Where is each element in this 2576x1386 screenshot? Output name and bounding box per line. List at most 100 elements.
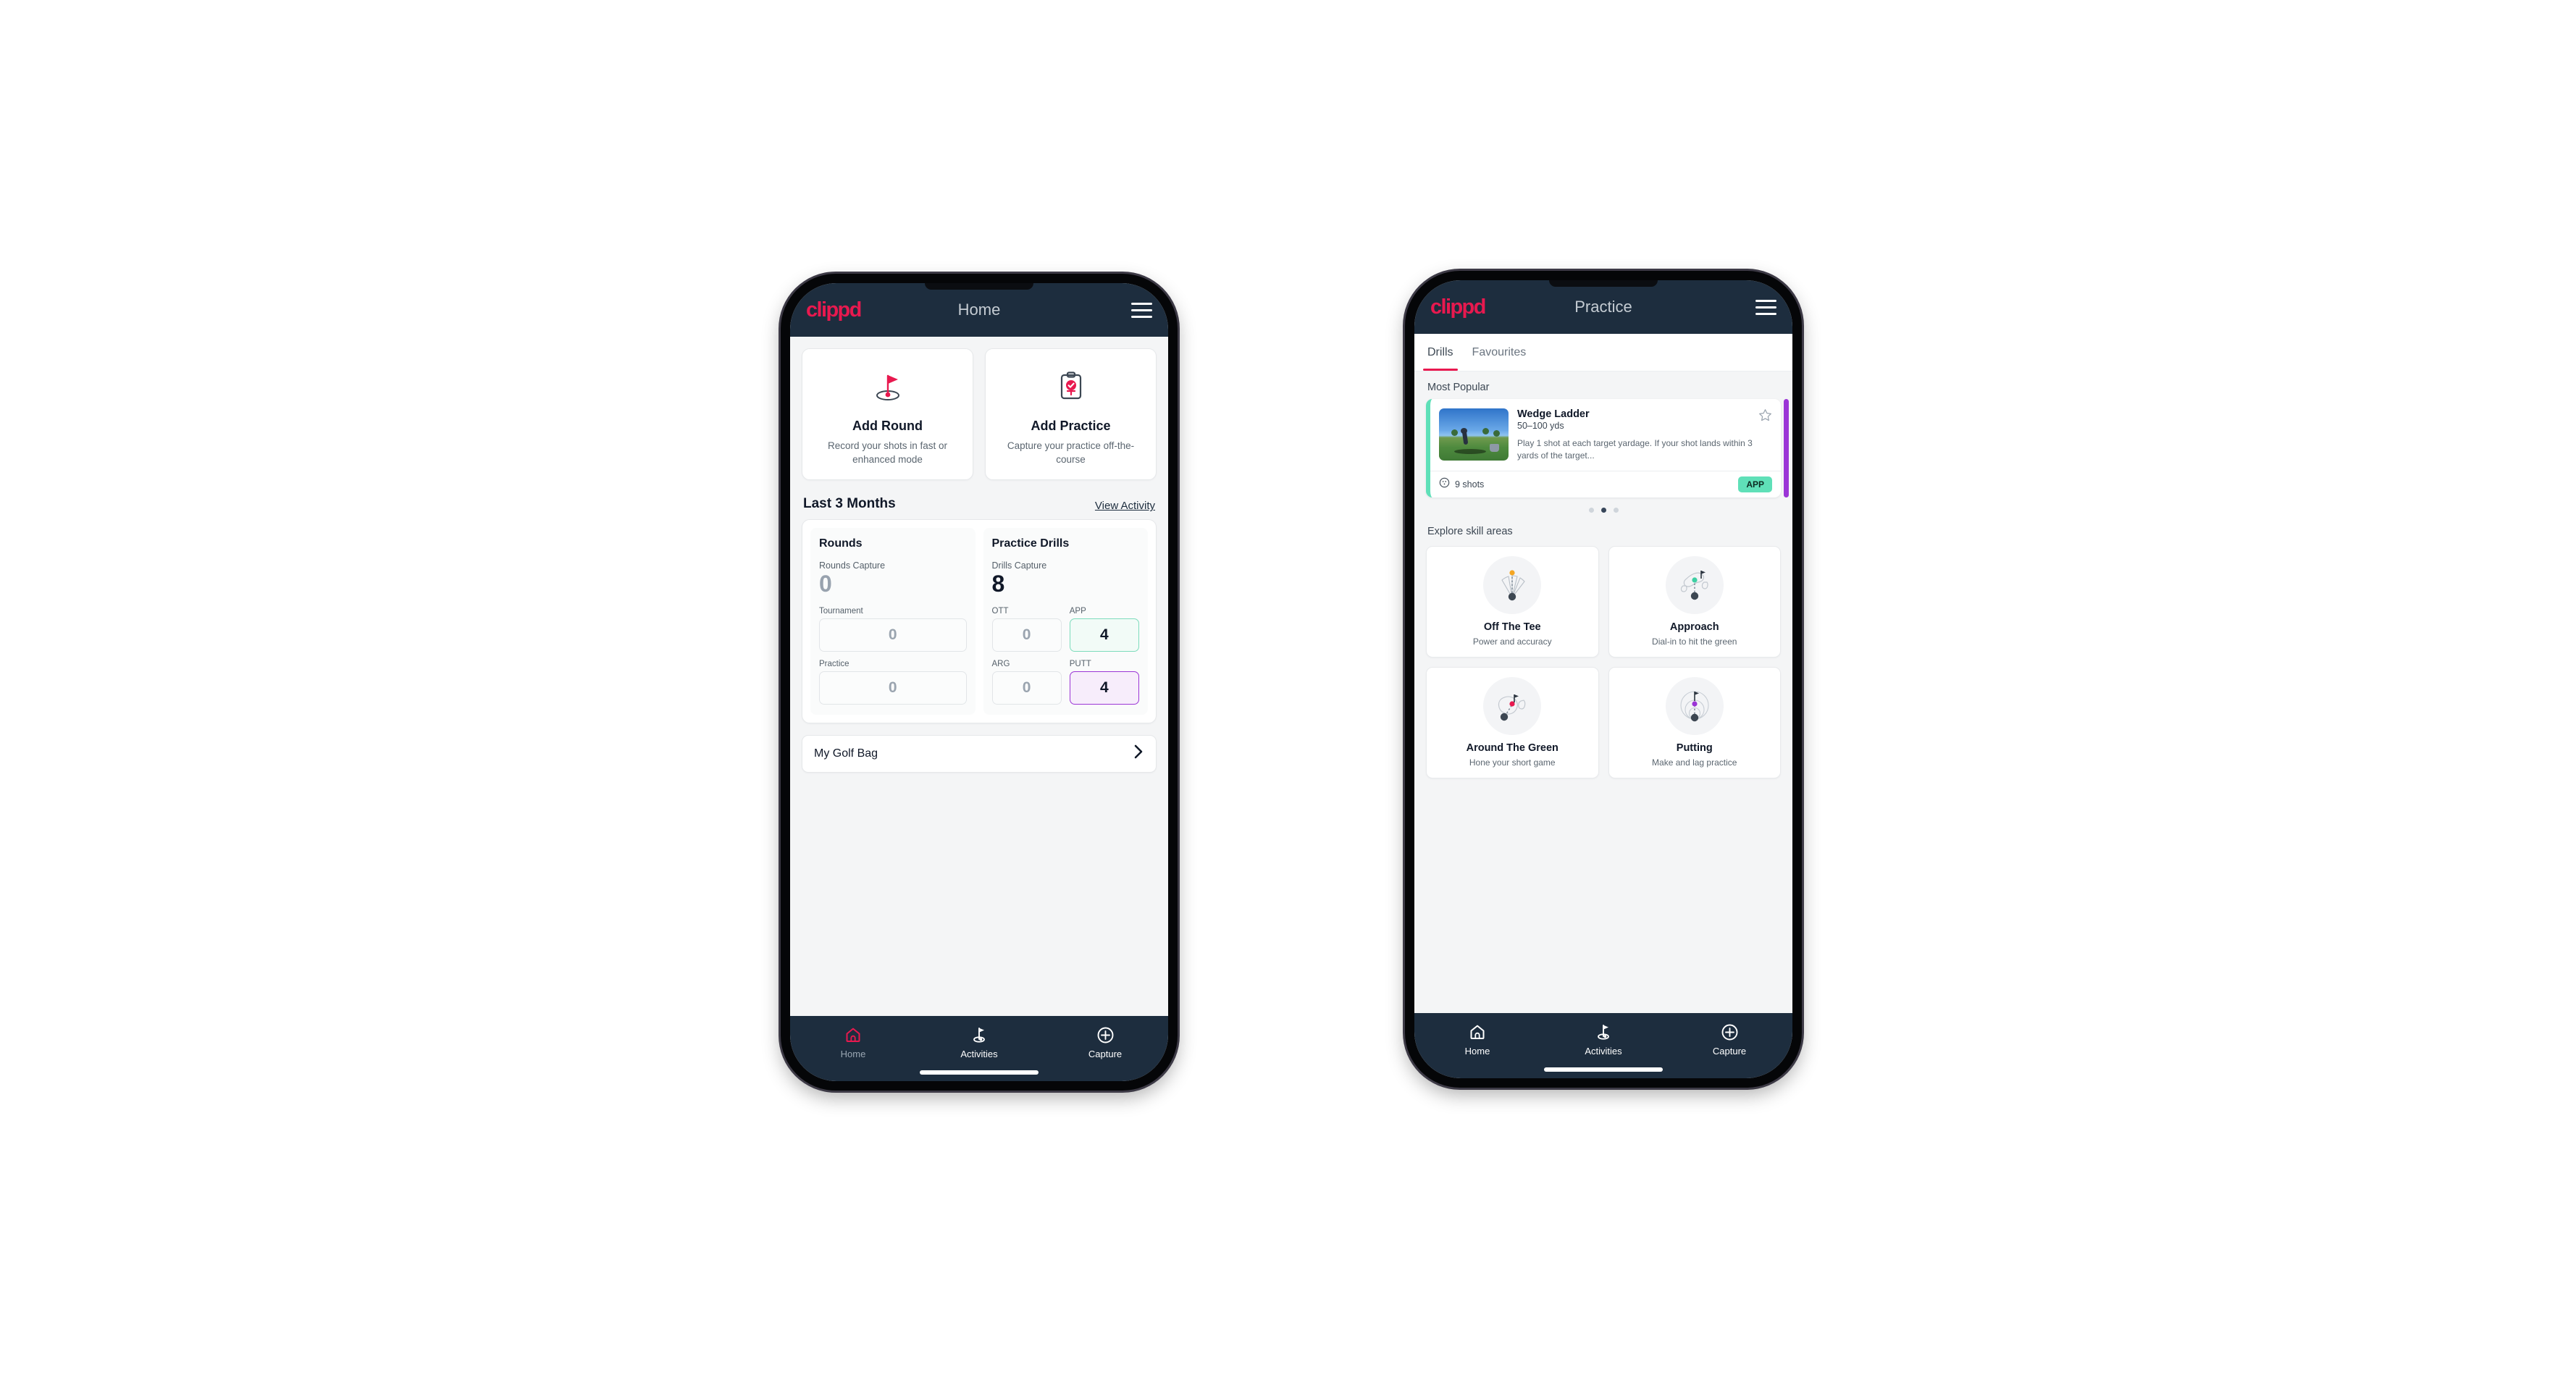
view-activity-link[interactable]: View Activity xyxy=(1095,500,1155,512)
stats-panel: Rounds Rounds Capture 0 Tournament 0 Pra… xyxy=(802,519,1157,723)
practice-value[interactable]: 0 xyxy=(819,671,967,705)
golf-flag-icon xyxy=(970,1025,989,1044)
nav-capture[interactable]: Capture xyxy=(1042,1025,1168,1059)
rounds-capture-value: 0 xyxy=(819,571,832,597)
chevron-right-icon xyxy=(1133,744,1144,763)
drill-row-2: ARG 0 PUTT 4 xyxy=(991,659,1139,705)
menu-icon[interactable] xyxy=(1131,302,1152,318)
nav-home[interactable]: Home xyxy=(790,1025,916,1059)
app-field: APP 4 xyxy=(1069,606,1139,652)
add-round-subtitle: Record your shots in fast or enhanced mo… xyxy=(827,440,948,465)
nav-home[interactable]: Home xyxy=(1414,1022,1540,1057)
drills-heading: Practice Drills xyxy=(991,537,1070,550)
skill-areas-grid: Off The Tee Power and accuracy Approach … xyxy=(1414,543,1792,790)
drill-description: Play 1 shot at each target yardage. If y… xyxy=(1517,438,1753,461)
carousel-dots xyxy=(1414,497,1792,516)
skill-card-around-the-green[interactable]: Around The Green Hone your short game xyxy=(1426,667,1599,779)
skill-title: Off The Tee xyxy=(1483,621,1541,634)
add-round-title: Add Round xyxy=(852,419,923,433)
nav-activities[interactable]: Activities xyxy=(916,1025,1042,1059)
putt-field: PUTT 4 xyxy=(1069,659,1139,705)
putt-value[interactable]: 4 xyxy=(1069,671,1139,705)
practice-bottom-nav: Home Activities Capture xyxy=(1414,1013,1792,1078)
tournament-value[interactable]: 0 xyxy=(819,618,967,652)
drill-meta: Wedge Ladder 50–100 yds Play 1 shot at e… xyxy=(1517,408,1772,462)
phone-notch xyxy=(925,283,1033,290)
favourite-star-icon[interactable] xyxy=(1758,408,1772,426)
nav-home-label: Home xyxy=(1464,1046,1490,1057)
home-icon xyxy=(844,1025,862,1044)
drills-capture-label: Drills Capture xyxy=(991,560,1047,571)
clippd-logo[interactable]: clippd xyxy=(806,299,862,321)
golf-flag-icon xyxy=(869,365,907,407)
clipboard-check-icon xyxy=(1052,365,1090,407)
drill-row-1: OTT 0 APP 4 xyxy=(991,606,1139,652)
last-3-months-header: Last 3 Months View Activity xyxy=(790,480,1168,519)
drill-card-wedge-ladder[interactable]: Wedge Ladder 50–100 yds Play 1 shot at e… xyxy=(1426,399,1781,498)
skill-title: Putting xyxy=(1676,742,1713,755)
skill-subtitle: Dial-in to hit the green xyxy=(1652,637,1737,647)
home-indicator xyxy=(920,1070,1039,1075)
home-indicator xyxy=(1544,1067,1663,1072)
skill-subtitle: Hone your short game xyxy=(1469,757,1556,768)
home-bottom-nav: Home Activities Capture xyxy=(790,1016,1168,1081)
add-practice-card[interactable]: Add Practice Capture your practice off-t… xyxy=(985,348,1157,481)
nav-capture-label: Capture xyxy=(1712,1046,1747,1057)
carousel-dot[interactable] xyxy=(1613,508,1619,513)
skill-card-approach[interactable]: Approach Dial-in to hit the green xyxy=(1608,546,1781,658)
home-body: Add Round Record your shots in fast or e… xyxy=(790,337,1168,1016)
rounds-column: Rounds Rounds Capture 0 Tournament 0 Pra… xyxy=(810,528,976,715)
nav-activities[interactable]: Activities xyxy=(1540,1022,1666,1057)
carousel-dot[interactable] xyxy=(1588,508,1594,513)
arg-value[interactable]: 0 xyxy=(991,671,1062,705)
plus-circle-icon xyxy=(1721,1022,1739,1041)
skill-subtitle: Power and accuracy xyxy=(1472,637,1552,647)
practice-appbar: clippd Practice xyxy=(1414,280,1792,334)
ott-value[interactable]: 0 xyxy=(991,618,1062,652)
carousel-dot-active[interactable] xyxy=(1600,508,1606,513)
chip-green-icon xyxy=(1483,677,1542,736)
my-golf-bag-row[interactable]: My Golf Bag xyxy=(802,734,1157,773)
drill-category-badge: APP xyxy=(1738,476,1772,493)
shots-icon xyxy=(1439,477,1450,492)
tournament-label: Tournament xyxy=(819,606,863,616)
app-value[interactable]: 4 xyxy=(1069,618,1139,652)
skill-title: Approach xyxy=(1669,621,1719,634)
putt-label: PUTT xyxy=(1069,659,1091,668)
ott-field: OTT 0 xyxy=(991,607,1062,652)
practice-tabs: Drills Favourites xyxy=(1414,334,1792,371)
explore-skill-areas-label: Explore skill areas xyxy=(1427,526,1513,538)
add-round-card[interactable]: Add Round Record your shots in fast or e… xyxy=(802,348,973,481)
nav-activities-label: Activities xyxy=(960,1049,998,1059)
nav-capture[interactable]: Capture xyxy=(1666,1022,1792,1057)
menu-icon[interactable] xyxy=(1755,299,1776,315)
nav-capture-label: Capture xyxy=(1088,1049,1123,1059)
carousel-next-card-peek[interactable] xyxy=(1784,399,1789,498)
section-title: Last 3 Months xyxy=(803,496,896,512)
skill-card-off-the-tee[interactable]: Off The Tee Power and accuracy xyxy=(1426,546,1599,658)
app-label: APP xyxy=(1069,606,1086,616)
putt-rings-icon xyxy=(1665,677,1724,736)
add-practice-subtitle: Capture your practice off-the-course xyxy=(1007,440,1135,465)
drill-yardage: 50–100 yds xyxy=(1517,421,1564,431)
practice-field: Practice 0 xyxy=(819,660,967,705)
practice-label: Practice xyxy=(819,659,849,668)
practice-body: Drills Favourites Most Popular Wedge Lad… xyxy=(1414,334,1792,1013)
skill-subtitle: Make and lag practice xyxy=(1652,757,1737,768)
drill-thumbnail xyxy=(1439,408,1509,461)
drills-capture-value: 8 xyxy=(991,571,1005,597)
practice-drills-column: Practice Drills Drills Capture 8 OTT 0 A… xyxy=(983,528,1148,715)
rounds-heading: Rounds xyxy=(819,537,863,550)
clippd-logo[interactable]: clippd xyxy=(1430,296,1486,318)
drill-carousel[interactable]: Wedge Ladder 50–100 yds Play 1 shot at e… xyxy=(1414,399,1792,498)
most-popular-label: Most Popular xyxy=(1427,382,1490,393)
tab-favourites[interactable]: Favourites xyxy=(1472,334,1527,371)
drill-shots: 9 shots xyxy=(1455,479,1485,490)
rounds-capture-label: Rounds Capture xyxy=(819,560,886,571)
plus-circle-icon xyxy=(1096,1025,1115,1044)
tab-drills[interactable]: Drills xyxy=(1423,334,1458,371)
screenshot-canvas: clippd Home Add Round Record your shots … xyxy=(0,0,2576,1386)
home-screen: clippd Home Add Round Record your shots … xyxy=(790,283,1168,1081)
drill-card-top: Wedge Ladder 50–100 yds Play 1 shot at e… xyxy=(1430,399,1781,471)
skill-card-putting[interactable]: Putting Make and lag practice xyxy=(1608,667,1781,779)
